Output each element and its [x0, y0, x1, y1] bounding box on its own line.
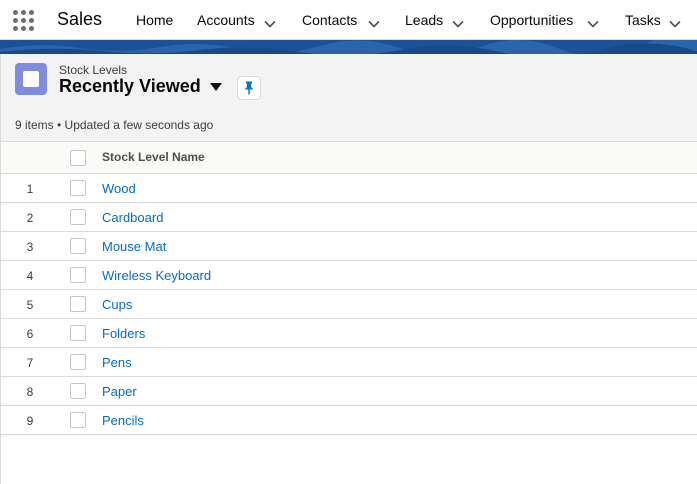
record-link[interactable]: Wood	[102, 181, 136, 196]
nav-item-label: Opportunities	[490, 12, 574, 28]
row-number: 6	[26, 327, 34, 341]
row-checkbox[interactable]	[70, 412, 86, 428]
custom-object-icon	[15, 63, 47, 95]
app-name: Sales	[57, 9, 103, 29]
table-row: 7 Pens	[1, 348, 697, 377]
nav-item-contacts[interactable]: Contacts	[302, 12, 357, 32]
row-number: 3	[26, 240, 34, 254]
row-checkbox[interactable]	[70, 180, 86, 196]
nav-item-label: Home	[136, 12, 174, 28]
chevron-down-icon[interactable]	[586, 14, 600, 34]
list-view-meta: 9 items • Updated a few seconds ago	[15, 118, 214, 132]
chevron-down-icon[interactable]	[668, 14, 682, 34]
nav-item-leads[interactable]: Leads	[405, 12, 443, 32]
column-header-stock-level-name[interactable]: Stock Level Name	[102, 150, 205, 164]
table-row: 2 Cardboard	[1, 203, 697, 232]
row-checkbox[interactable]	[70, 238, 86, 254]
record-link[interactable]: Paper	[102, 384, 137, 399]
brand-band	[0, 40, 697, 54]
data-table: Stock Level Name 1 Wood 2 Cardboard 3 Mo…	[1, 142, 697, 435]
nav-item-tasks[interactable]: Tasks	[625, 12, 661, 32]
nav-item-label: Tasks	[625, 12, 661, 28]
nav-item-opportunities[interactable]: Opportunities	[490, 12, 573, 32]
select-all-checkbox[interactable]	[70, 150, 86, 166]
row-number: 4	[26, 269, 34, 283]
caret-down-icon[interactable]	[209, 81, 223, 93]
table-row: 6 Folders	[1, 319, 697, 348]
row-number: 5	[26, 298, 34, 312]
chevron-down-icon[interactable]	[263, 14, 277, 34]
row-checkbox[interactable]	[70, 383, 86, 399]
row-number: 7	[26, 356, 34, 370]
nav-item-label: Leads	[405, 12, 444, 28]
nav-item-label: Contacts	[302, 12, 358, 28]
object-label: Stock Levels	[59, 63, 128, 77]
list-view-title[interactable]: Recently Viewed	[59, 76, 201, 97]
record-link[interactable]: Pencils	[102, 413, 144, 428]
pin-icon	[244, 81, 254, 95]
list-view-card: Stock Levels Recently Viewed 9 items • U…	[0, 54, 697, 484]
record-link[interactable]: Cups	[102, 297, 132, 312]
row-number: 9	[26, 414, 34, 428]
row-number: 8	[26, 385, 34, 399]
nav-item-label: Accounts	[197, 12, 255, 28]
row-checkbox[interactable]	[70, 354, 86, 370]
record-link[interactable]: Pens	[102, 355, 132, 370]
chevron-down-icon[interactable]	[367, 14, 381, 34]
table-header-row: Stock Level Name	[1, 142, 697, 174]
record-link[interactable]: Cardboard	[102, 210, 163, 225]
chevron-down-icon[interactable]	[451, 14, 465, 34]
table-row: 3 Mouse Mat	[1, 232, 697, 261]
table-row: 1 Wood	[1, 174, 697, 203]
pin-button[interactable]	[237, 76, 261, 100]
brand-band-pattern	[0, 40, 697, 54]
row-number: 1	[26, 182, 34, 196]
row-checkbox[interactable]	[70, 296, 86, 312]
list-view-header: Stock Levels Recently Viewed 9 items • U…	[1, 54, 697, 142]
record-link[interactable]: Folders	[102, 326, 145, 341]
table-row: 9 Pencils	[1, 406, 697, 435]
row-number: 2	[26, 211, 34, 225]
row-checkbox[interactable]	[70, 267, 86, 283]
nav-item-home[interactable]: Home	[136, 12, 173, 32]
record-link[interactable]: Mouse Mat	[102, 239, 166, 254]
record-link[interactable]: Wireless Keyboard	[102, 268, 211, 283]
app-launcher-grid-icon[interactable]	[13, 10, 35, 32]
row-checkbox[interactable]	[70, 325, 86, 341]
row-checkbox[interactable]	[70, 209, 86, 225]
table-row: 5 Cups	[1, 290, 697, 319]
nav-item-accounts[interactable]: Accounts	[197, 12, 255, 32]
table-row: 4 Wireless Keyboard	[1, 261, 697, 290]
table-row: 8 Paper	[1, 377, 697, 406]
global-nav: Sales Home Accounts Contacts Leads Oppor…	[0, 0, 697, 40]
